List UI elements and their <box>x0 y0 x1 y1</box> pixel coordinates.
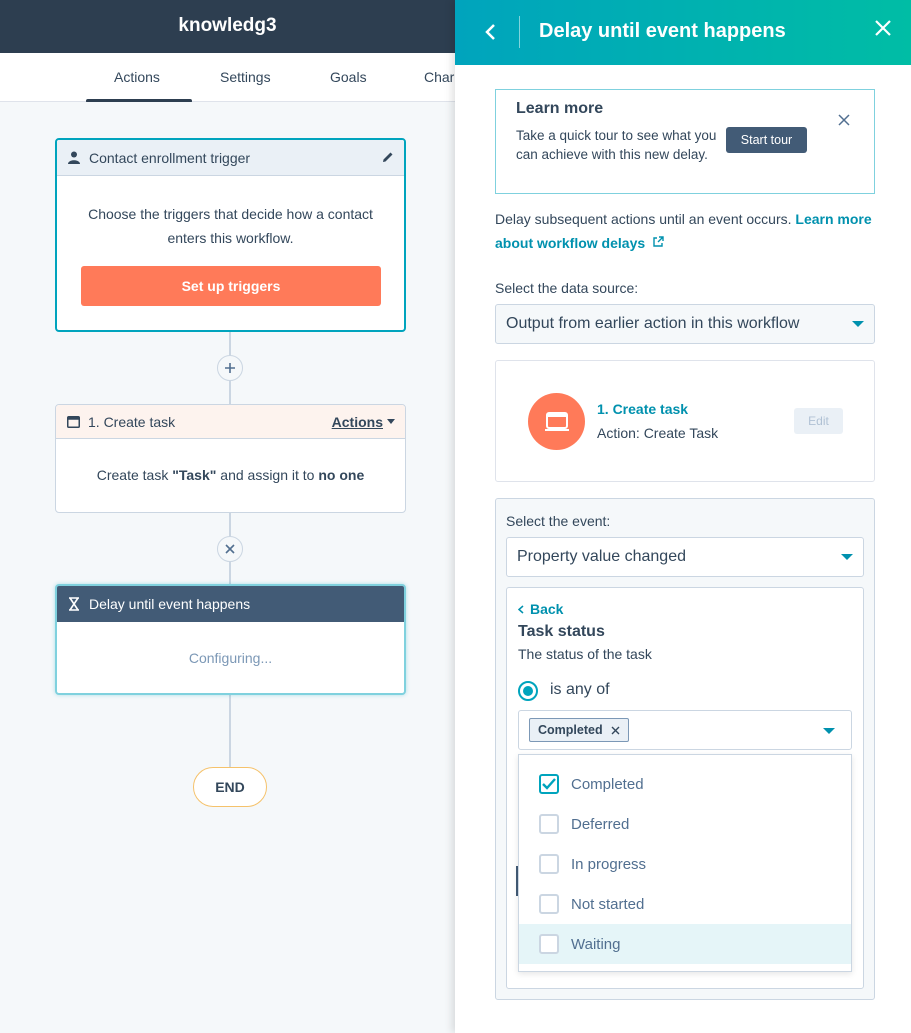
caret-down-icon <box>841 554 853 560</box>
hourglass-icon <box>67 597 81 611</box>
panel-title: Delay until event happens <box>539 20 786 42</box>
delay-card-header: Delay until event happens <box>57 586 404 622</box>
option-in-progress[interactable]: In progress <box>519 844 851 884</box>
create-task-card[interactable]: 1. Create task Actions Create task "Task… <box>55 404 406 513</box>
tab-bar: Actions Settings Goals Char <box>0 53 455 102</box>
option-label: Completed <box>571 775 644 793</box>
operator-radio[interactable] <box>518 681 538 701</box>
learn-more-title: Learn more <box>516 100 604 117</box>
data-source-label: Select the data source: <box>495 280 639 296</box>
tab-settings[interactable]: Settings <box>220 69 271 85</box>
option-completed[interactable]: Completed <box>519 764 851 804</box>
chevron-left-icon <box>518 604 524 614</box>
pencil-icon[interactable] <box>382 150 394 166</box>
chip-label: Completed <box>538 723 603 737</box>
checkbox[interactable] <box>539 934 559 954</box>
option-deferred[interactable]: Deferred <box>519 804 851 844</box>
option-not-started[interactable]: Not started <box>519 884 851 924</box>
start-tour-button[interactable]: Start tour <box>726 127 807 153</box>
panel-header: Delay until event happens <box>455 0 911 65</box>
operator-label: is any of <box>550 681 610 698</box>
summary-mid: and assign it to <box>216 467 319 483</box>
end-node: END <box>193 767 267 807</box>
checkmark-icon <box>542 778 556 790</box>
create-task-title: 1. Create task <box>88 413 176 430</box>
panel-description: Delay subsequent actions until an event … <box>495 207 875 255</box>
back-link[interactable]: Back <box>518 601 563 617</box>
delay-title: Delay until event happens <box>89 596 251 612</box>
create-task-header: 1. Create task Actions <box>56 405 405 439</box>
caret-down-icon <box>823 728 835 734</box>
data-source-select[interactable]: Output from earlier action in this workf… <box>495 304 875 344</box>
option-waiting[interactable]: Waiting <box>519 924 851 964</box>
checkbox-checked[interactable] <box>539 774 559 794</box>
remove-chip-icon[interactable] <box>611 726 620 735</box>
summary-owner: no one <box>318 467 365 483</box>
status-options-list: Completed Deferred In progress Not start… <box>518 754 852 972</box>
remove-action-button[interactable] <box>217 536 243 562</box>
set-up-triggers-button[interactable]: Set up triggers <box>81 266 381 306</box>
close-panel-icon[interactable] <box>873 18 893 38</box>
close-callout-icon[interactable] <box>837 113 851 127</box>
trigger-card-header: Contact enrollment trigger <box>57 140 404 176</box>
event-label: Select the event: <box>506 513 611 529</box>
trigger-description: Choose the triggers that decide how a co… <box>88 206 373 246</box>
selected-action-name[interactable]: 1. Create task <box>597 401 688 417</box>
edit-action-button[interactable]: Edit <box>794 408 843 434</box>
data-source-value: Output from earlier action in this workf… <box>506 315 800 332</box>
selected-action-card: 1. Create task Action: Create Task Edit <box>495 360 875 482</box>
plus-icon <box>225 363 235 373</box>
tab-changes[interactable]: Char <box>424 69 454 85</box>
option-label: Deferred <box>571 815 630 833</box>
add-action-button[interactable] <box>217 355 243 381</box>
summary-prefix: Create task <box>96 467 173 483</box>
caret-down-icon <box>387 419 395 424</box>
option-label: In progress <box>571 855 647 873</box>
header-divider <box>519 16 520 48</box>
selected-chip: Completed <box>529 718 629 742</box>
back-chevron-icon[interactable] <box>481 18 501 46</box>
trigger-title: Contact enrollment trigger <box>89 149 251 166</box>
option-label: Waiting <box>571 935 621 953</box>
status-multiselect[interactable]: Completed <box>518 710 852 750</box>
event-value: Property value changed <box>517 548 686 565</box>
create-task-action-icon <box>528 393 585 450</box>
checkbox[interactable] <box>539 894 559 914</box>
actions-dropdown[interactable]: Actions <box>332 414 395 430</box>
selected-action-type: Action: Create Task <box>597 425 719 441</box>
delay-status: Configuring... <box>188 650 273 666</box>
back-link-label: Back <box>530 601 564 617</box>
external-link-icon <box>653 236 664 247</box>
close-icon <box>225 544 235 554</box>
workflow-name[interactable]: knowledg3 <box>0 15 455 37</box>
learn-more-callout: Learn more Take a quick tour to see what… <box>495 89 875 194</box>
task-icon <box>66 415 80 429</box>
delay-card[interactable]: Delay until event happens Configuring... <box>55 584 406 695</box>
app-header: knowledg3 <box>0 0 455 53</box>
checkbox[interactable] <box>539 854 559 874</box>
connector-line <box>229 695 231 767</box>
actions-dropdown-label: Actions <box>331 413 383 430</box>
summary-task-name: "Task" <box>172 467 217 483</box>
event-select[interactable]: Property value changed <box>506 537 864 577</box>
create-task-summary: Create task "Task" and assign it to no o… <box>56 439 405 483</box>
property-title: Task status <box>518 623 605 640</box>
description-text: Delay subsequent actions until an event … <box>495 211 796 227</box>
tab-goals[interactable]: Goals <box>330 69 367 85</box>
option-label: Not started <box>571 895 645 913</box>
checkbox[interactable] <box>539 814 559 834</box>
property-subtitle: The status of the task <box>518 646 652 662</box>
caret-down-icon <box>852 321 864 327</box>
trigger-card[interactable]: Contact enrollment trigger Choose the tr… <box>55 138 406 332</box>
contact-icon <box>67 151 81 165</box>
tab-actions[interactable]: Actions <box>114 69 160 85</box>
learn-more-text: Take a quick tour to see what you can ac… <box>516 128 717 162</box>
